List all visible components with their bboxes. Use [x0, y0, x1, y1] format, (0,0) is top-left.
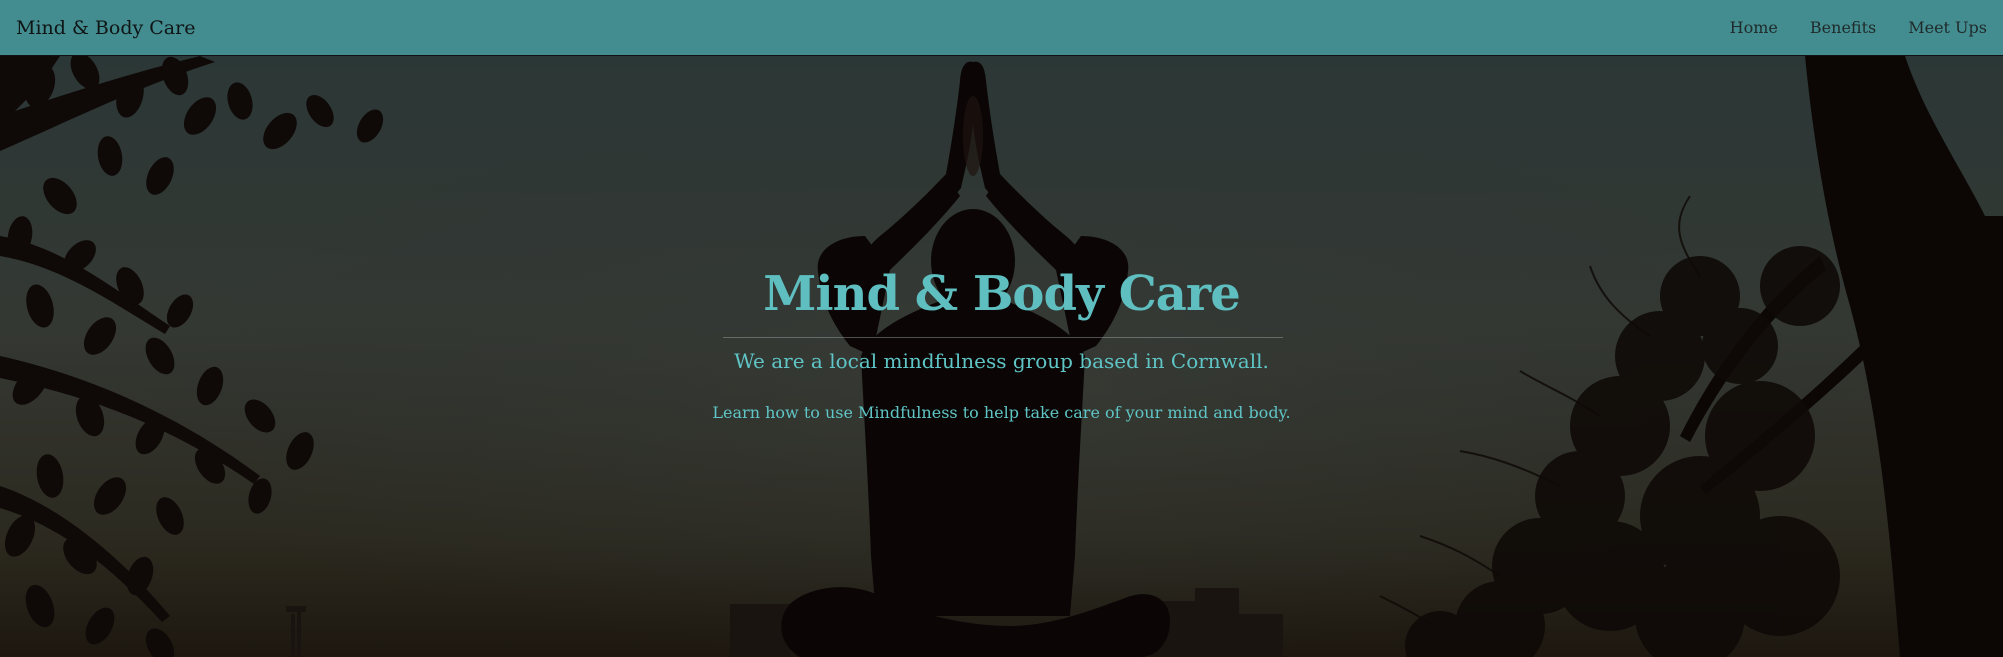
hero-title: Mind & Body Care [763, 266, 1240, 322]
hero-text: Learn how to use Mindfulness to help tak… [712, 403, 1291, 422]
nav-link-meet-ups[interactable]: Meet Ups [1908, 18, 1987, 37]
hero-content: Mind & Body Care We are a local mindfuln… [0, 56, 2003, 657]
nav-link-home[interactable]: Home [1730, 18, 1778, 37]
page: Mind & Body Care Home Benefits Meet Ups [0, 0, 2003, 657]
nav-links: Home Benefits Meet Ups [1730, 18, 1987, 37]
navbar: Mind & Body Care Home Benefits Meet Ups [0, 0, 2003, 56]
brand-link[interactable]: Mind & Body Care [16, 17, 195, 39]
hero-section: Mind & Body Care We are a local mindfuln… [0, 56, 2003, 657]
hero-subtitle: We are a local mindfulness group based i… [734, 349, 1269, 373]
hero-divider [723, 337, 1283, 338]
nav-link-benefits[interactable]: Benefits [1810, 18, 1876, 37]
